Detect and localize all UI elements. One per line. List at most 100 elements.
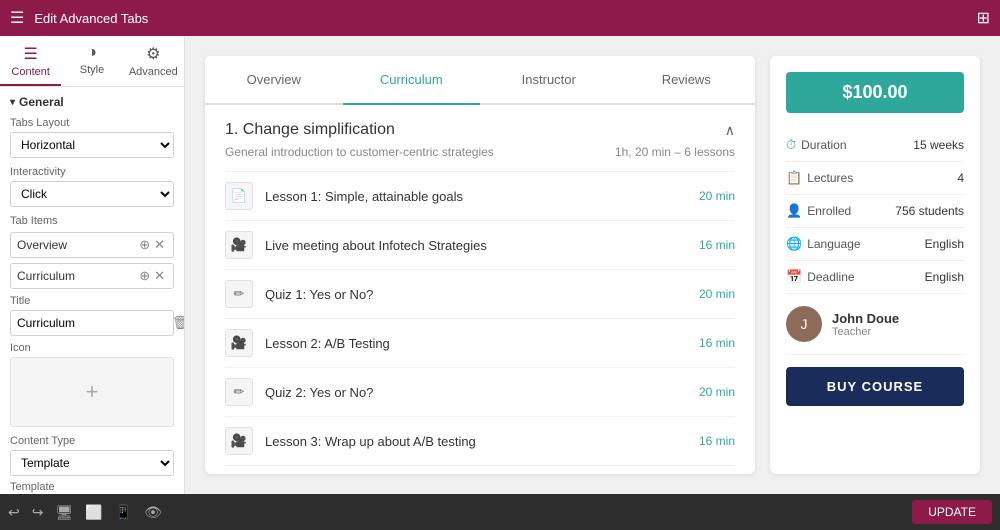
price-button[interactable]: $100.00 bbox=[786, 72, 964, 113]
tabs-layout-row: Tabs Layout Horizontal bbox=[10, 117, 174, 158]
tablet-btn[interactable]: ⬜ bbox=[85, 504, 102, 521]
lectures-value: 4 bbox=[957, 171, 964, 185]
lesson-icon-5: ✏ bbox=[225, 378, 253, 406]
duration-icon: ⏱ bbox=[786, 137, 796, 153]
redo-btn[interactable]: ↪ bbox=[32, 504, 44, 521]
language-icon: 🌐 bbox=[786, 236, 802, 252]
lesson-row: 🎥 Lesson 2: A/B Testing 16 min bbox=[225, 318, 735, 367]
tab-item-overview-copy[interactable]: ⊕ bbox=[137, 237, 152, 253]
tab-style[interactable]: ◑ Style bbox=[61, 36, 122, 86]
tab-items-label: Tab Items bbox=[10, 215, 174, 227]
enrolled-icon: 👤 bbox=[786, 203, 802, 219]
teacher-info: John Doue Teacher bbox=[832, 311, 899, 338]
icon-preview[interactable]: + bbox=[10, 357, 174, 427]
info-row-enrolled: 👤 Enrolled 756 students bbox=[786, 195, 964, 228]
language-label: 🌐 Language bbox=[786, 236, 861, 252]
lesson-row: ✏ Quiz 1: Yes or No? 20 min bbox=[225, 269, 735, 318]
lesson-duration-3: 20 min bbox=[699, 287, 735, 301]
grid-icon[interactable]: ⊞ bbox=[977, 8, 990, 28]
accordion-1-title: 1. Change simplification bbox=[225, 121, 395, 139]
info-row-deadline: 📅 Deadline English bbox=[786, 261, 964, 294]
lesson-icon-3: ✏ bbox=[225, 280, 253, 308]
lesson-icon-1: 📄 bbox=[225, 182, 253, 210]
duration-label: ⏱ Duration bbox=[786, 137, 847, 153]
lesson-row: 🎥 Lesson 3: Wrap up about A/B testing 16… bbox=[225, 416, 735, 465]
lesson-row: ✏ Quiz 3: Yes or No? 20 min bbox=[225, 465, 735, 474]
right-panel: $100.00 ⏱ Duration 15 weeks 📋 Lectures 4… bbox=[770, 56, 980, 474]
update-button[interactable]: UPDATE bbox=[912, 500, 992, 524]
sidebar: ☰ Content ◑ Style ⚙ Advanced General Tab… bbox=[0, 36, 185, 494]
tab-advanced[interactable]: ⚙ Advanced bbox=[123, 36, 184, 86]
tab-item-curriculum-text: Curriculum bbox=[17, 269, 137, 283]
lesson-row: 📄 Lesson 1: Simple, attainable goals 20 … bbox=[225, 171, 735, 220]
lesson-duration-1: 20 min bbox=[699, 189, 735, 203]
header: ☰ Edit Advanced Tabs ⊞ bbox=[0, 0, 1000, 36]
enrolled-label: 👤 Enrolled bbox=[786, 203, 851, 219]
content-tab-label: Content bbox=[11, 66, 50, 78]
interactivity-select[interactable]: Click bbox=[10, 181, 174, 207]
interactivity-row: Interactivity Click bbox=[10, 166, 174, 207]
style-tab-label: Style bbox=[80, 64, 104, 76]
title-delete-btn[interactable]: 🗑 bbox=[172, 315, 185, 331]
tab-item-overview-delete[interactable]: ✕ bbox=[152, 237, 167, 253]
lectures-icon: 📋 bbox=[786, 170, 802, 186]
section-title: General bbox=[10, 95, 174, 109]
tab-reviews[interactable]: Reviews bbox=[618, 56, 756, 105]
undo-btn[interactable]: ↩ bbox=[8, 504, 20, 521]
tabs-navigation: Overview Curriculum Instructor Reviews bbox=[205, 56, 755, 105]
header-title: Edit Advanced Tabs bbox=[34, 11, 966, 26]
accordion-1-subtitle: General introduction to customer-centric… bbox=[225, 145, 735, 159]
tab-item-curriculum-copy[interactable]: ⊕ bbox=[137, 268, 152, 284]
accordion-1-chevron: ∧ bbox=[725, 122, 735, 139]
advanced-icon: ⚙ bbox=[146, 44, 160, 64]
teacher-row: J John Doue Teacher bbox=[786, 294, 964, 355]
center-panel: Overview Curriculum Instructor Reviews 1… bbox=[205, 56, 755, 474]
lesson-name-6: Lesson 3: Wrap up about A/B testing bbox=[265, 434, 699, 449]
mobile-btn[interactable]: 📱 bbox=[115, 504, 132, 521]
tab-overview[interactable]: Overview bbox=[205, 56, 343, 105]
template-row: Template Curriculum Accordion #1 ✎ + bbox=[10, 481, 174, 494]
language-value: English bbox=[925, 237, 964, 251]
tab-instructor[interactable]: Instructor bbox=[480, 56, 618, 105]
buy-course-button[interactable]: BUY COURSE bbox=[786, 367, 964, 406]
title-input[interactable] bbox=[17, 316, 172, 330]
sidebar-tab-bar: ☰ Content ◑ Style ⚙ Advanced bbox=[0, 36, 184, 87]
teacher-name: John Doue bbox=[832, 311, 899, 326]
lesson-duration-4: 16 min bbox=[699, 336, 735, 350]
content-type-label: Content Type bbox=[10, 435, 174, 447]
icon-placeholder: + bbox=[86, 379, 99, 405]
tabs-layout-select[interactable]: Horizontal bbox=[10, 132, 174, 158]
lesson-name-3: Quiz 1: Yes or No? bbox=[265, 287, 699, 302]
content-type-select[interactable]: Template bbox=[10, 450, 174, 476]
tab-curriculum[interactable]: Curriculum bbox=[343, 56, 481, 105]
info-row-duration: ⏱ Duration 15 weeks bbox=[786, 129, 964, 162]
lesson-name-1: Lesson 1: Simple, attainable goals bbox=[265, 189, 699, 204]
advanced-tab-label: Advanced bbox=[129, 66, 178, 78]
lesson-icon-6: 🎥 bbox=[225, 427, 253, 455]
tabs-layout-label: Tabs Layout bbox=[10, 117, 174, 129]
lesson-duration-2: 16 min bbox=[699, 238, 735, 252]
tab-item-curriculum-delete[interactable]: ✕ bbox=[152, 268, 167, 284]
lesson-duration-6: 16 min bbox=[699, 434, 735, 448]
deadline-label: 📅 Deadline bbox=[786, 269, 855, 285]
desktop-btn[interactable]: 🖥 bbox=[55, 504, 73, 521]
teacher-avatar: J bbox=[786, 306, 822, 342]
lesson-name-4: Lesson 2: A/B Testing bbox=[265, 336, 699, 351]
tab-content[interactable]: ☰ Content bbox=[0, 36, 61, 86]
info-row-language: 🌐 Language English bbox=[786, 228, 964, 261]
title-field-label: Title bbox=[10, 295, 174, 307]
tab-item-overview-text: Overview bbox=[17, 238, 137, 252]
lectures-label: 📋 Lectures bbox=[786, 170, 853, 186]
accordion-1: 1. Change simplification ∧ General intro… bbox=[205, 105, 755, 474]
lesson-row: 🎥 Live meeting about Infotech Strategies… bbox=[225, 220, 735, 269]
general-section: General Tabs Layout Horizontal Interacti… bbox=[0, 87, 184, 494]
enrolled-value: 756 students bbox=[895, 204, 964, 218]
menu-icon[interactable]: ☰ bbox=[10, 8, 24, 28]
accordion-1-header[interactable]: 1. Change simplification ∧ bbox=[225, 121, 735, 139]
title-input-container: 🗑 bbox=[10, 310, 174, 336]
content-type-row: Content Type Template bbox=[10, 435, 174, 476]
lesson-icon-4: 🎥 bbox=[225, 329, 253, 357]
teacher-role: Teacher bbox=[832, 326, 899, 338]
info-row-lectures: 📋 Lectures 4 bbox=[786, 162, 964, 195]
eye-btn[interactable]: 👁 bbox=[144, 504, 162, 521]
